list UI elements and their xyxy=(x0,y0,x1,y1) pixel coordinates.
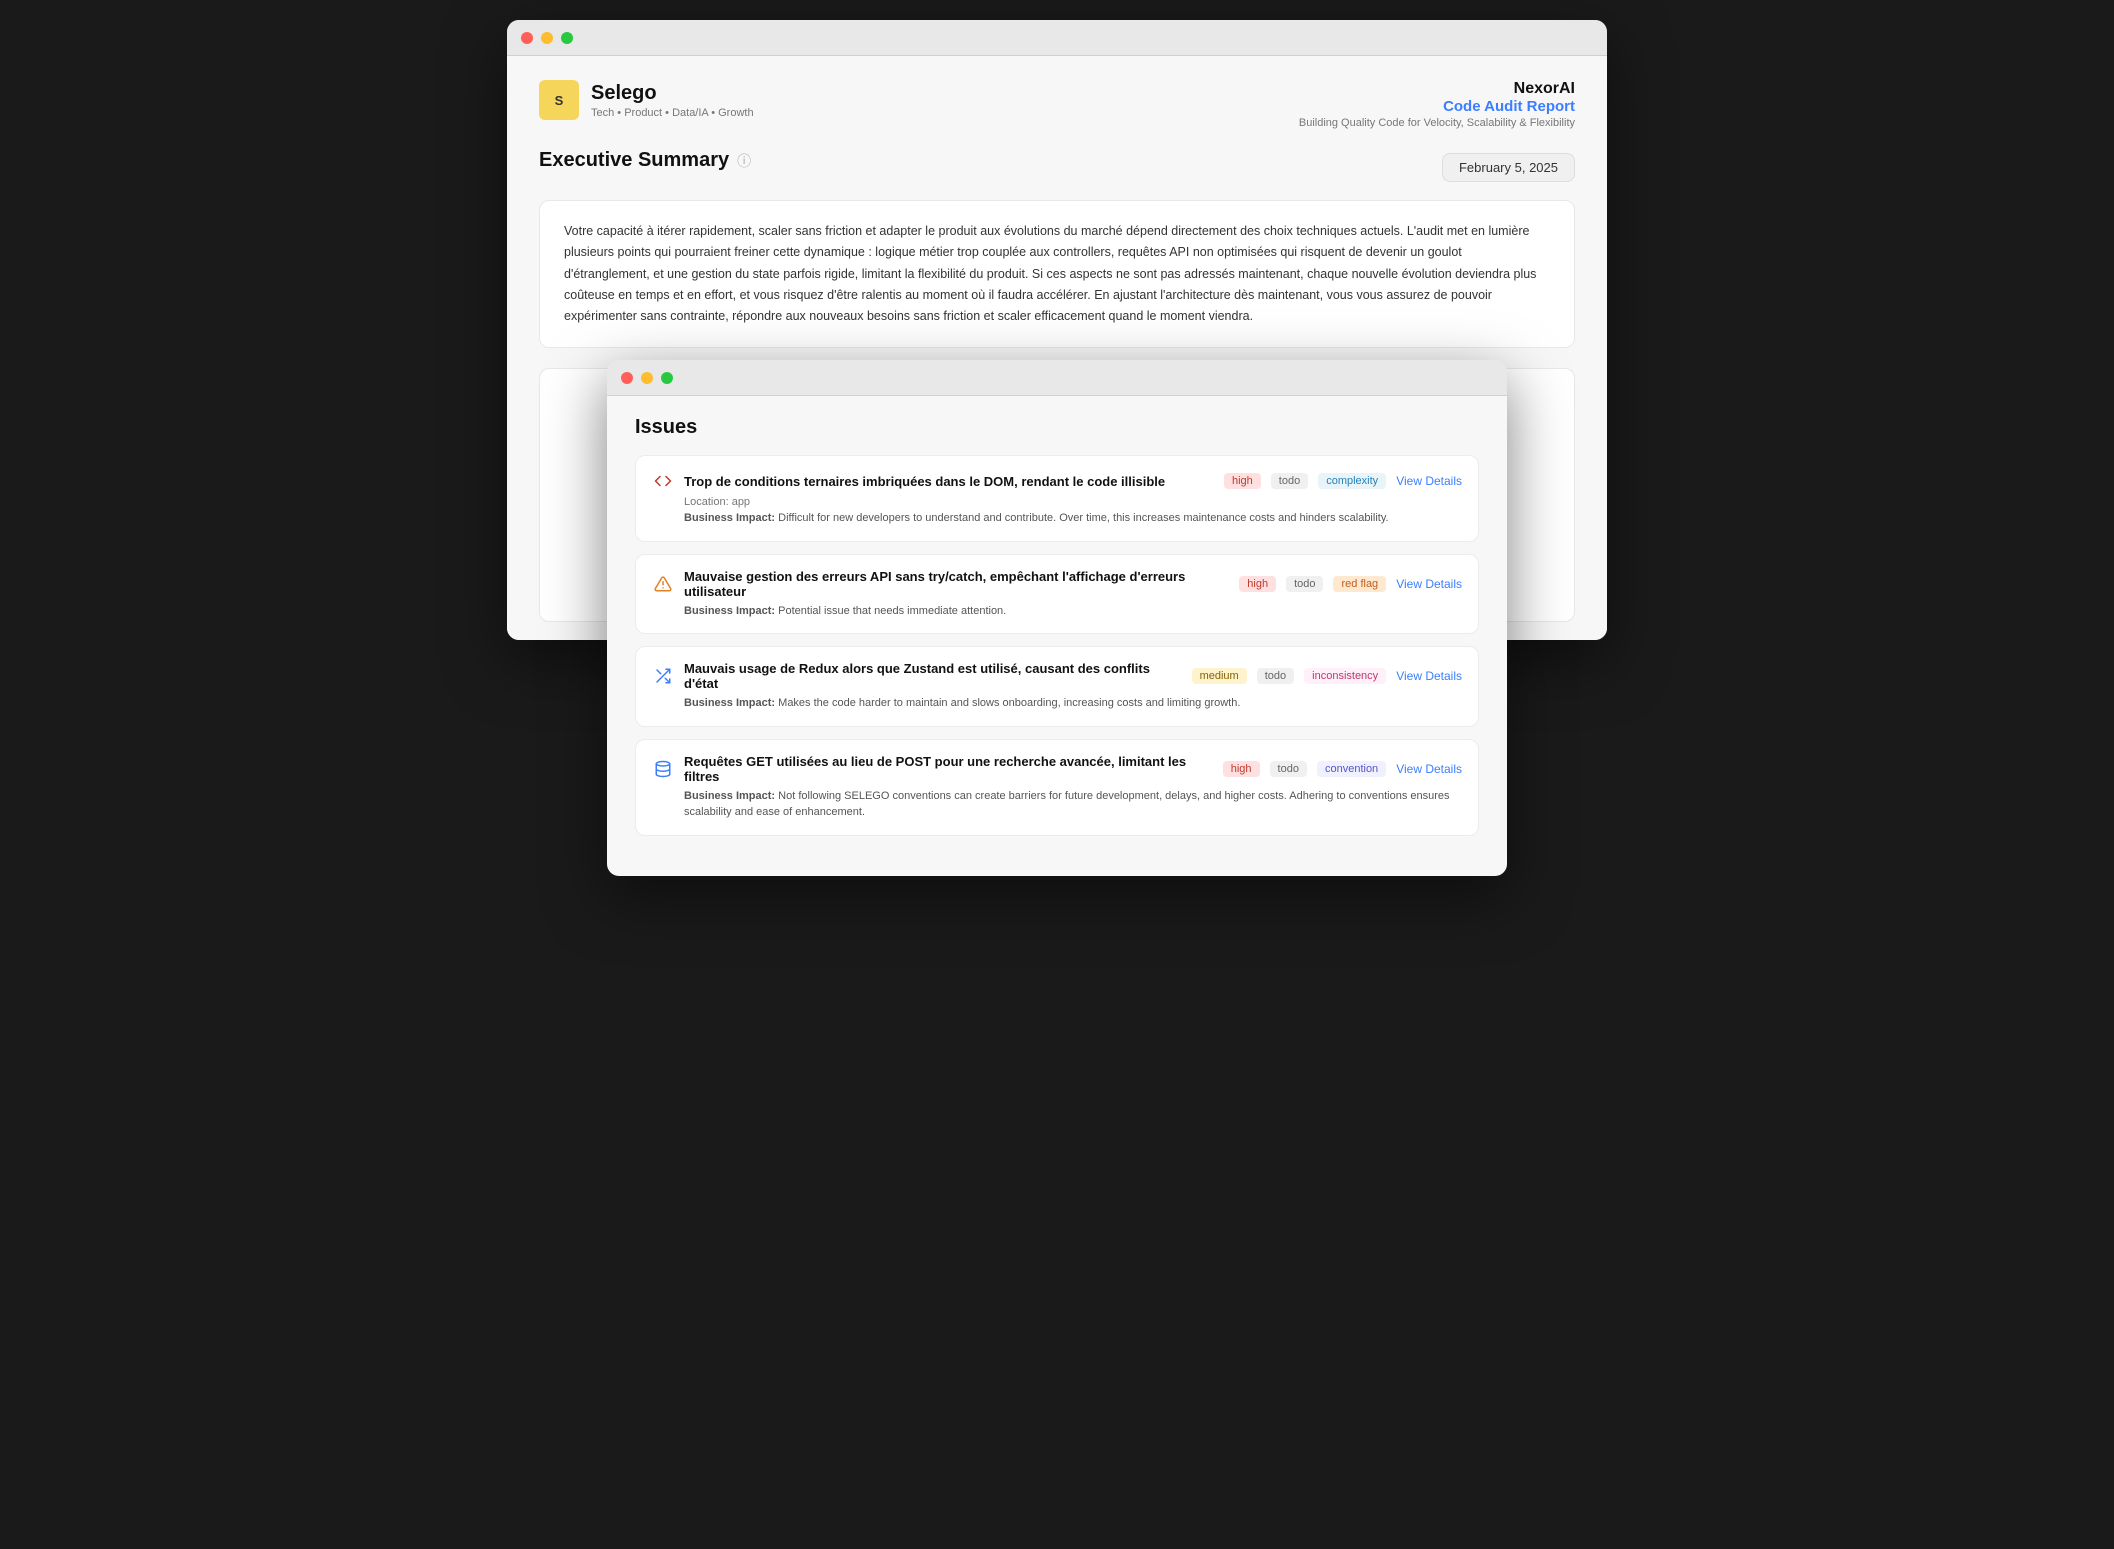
minimize-button-front[interactable] xyxy=(641,372,653,384)
summary-box: Votre capacité à itérer rapidement, scal… xyxy=(539,200,1575,348)
section-title: Executive Summary xyxy=(539,149,729,172)
close-button-front[interactable] xyxy=(621,372,633,384)
view-details-4[interactable]: View Details xyxy=(1396,762,1462,776)
view-details-2[interactable]: View Details xyxy=(1396,577,1462,591)
tag-high-2: high xyxy=(1239,576,1276,592)
issue-title-1: Trop de conditions ternaires imbriquées … xyxy=(684,474,1214,489)
brand-sub: Tech • Product • Data/IA • Growth xyxy=(591,107,754,119)
issue-impact-1: Business Impact: Difficult for new devel… xyxy=(684,510,1462,527)
tag-todo-3: todo xyxy=(1257,668,1294,684)
issue-item: Mauvais usage de Redux alors que Zustand… xyxy=(635,646,1479,727)
database-icon xyxy=(652,758,674,780)
view-details-3[interactable]: View Details xyxy=(1396,669,1462,683)
brand-logo: S Selego Tech • Product • Data/IA • Grow… xyxy=(539,80,754,120)
issues-title: Issues xyxy=(635,416,1479,439)
tag-complexity-1: complexity xyxy=(1318,473,1386,489)
info-icon: ⓘ xyxy=(737,151,751,171)
section-header: Executive Summary ⓘ xyxy=(539,149,751,172)
brand-name: Selego xyxy=(591,82,754,105)
report-info: NexorAI Code Audit Report Building Quali… xyxy=(1299,80,1575,129)
issue-item: Mauvaise gestion des erreurs API sans tr… xyxy=(635,554,1479,635)
tag-inconsistency-3: inconsistency xyxy=(1304,668,1386,684)
issue-item: Trop de conditions ternaires imbriquées … xyxy=(635,455,1479,542)
shuffle-icon xyxy=(652,665,674,687)
issue-title-3: Mauvais usage de Redux alors que Zustand… xyxy=(684,661,1182,691)
warning-icon xyxy=(652,573,674,595)
issue-title-2: Mauvaise gestion des erreurs API sans tr… xyxy=(684,569,1229,599)
maximize-button[interactable] xyxy=(561,32,573,44)
tag-redflag-2: red flag xyxy=(1333,576,1386,592)
code-icon xyxy=(652,470,674,492)
issue-impact-2: Business Impact: Potential issue that ne… xyxy=(684,603,1462,620)
titlebar-back xyxy=(507,20,1607,56)
issue-title-4: Requêtes GET utilisées au lieu de POST p… xyxy=(684,754,1213,784)
maximize-button-front[interactable] xyxy=(661,372,673,384)
view-details-1[interactable]: View Details xyxy=(1396,474,1462,488)
report-title: Code Audit Report xyxy=(1299,98,1575,115)
issue-impact-4: Business Impact: Not following SELEGO co… xyxy=(684,788,1462,821)
tag-todo-4: todo xyxy=(1270,761,1307,777)
report-company: NexorAI xyxy=(1299,80,1575,98)
issue-item: Requêtes GET utilisées au lieu de POST p… xyxy=(635,739,1479,836)
titlebar-front xyxy=(607,360,1507,396)
tag-high-1: high xyxy=(1224,473,1261,489)
tag-convention-4: convention xyxy=(1317,761,1386,777)
close-button[interactable] xyxy=(521,32,533,44)
minimize-button[interactable] xyxy=(541,32,553,44)
issue-impact-3: Business Impact: Makes the code harder t… xyxy=(684,695,1462,712)
logo-box: S xyxy=(539,80,579,120)
tag-medium-3: medium xyxy=(1192,668,1247,684)
issue-location-1: Location: app xyxy=(684,496,1462,508)
tag-todo-2: todo xyxy=(1286,576,1323,592)
tag-high-4: high xyxy=(1223,761,1260,777)
date-badge: February 5, 2025 xyxy=(1442,153,1575,182)
tag-todo-1: todo xyxy=(1271,473,1308,489)
report-subtitle: Building Quality Code for Velocity, Scal… xyxy=(1299,117,1575,129)
